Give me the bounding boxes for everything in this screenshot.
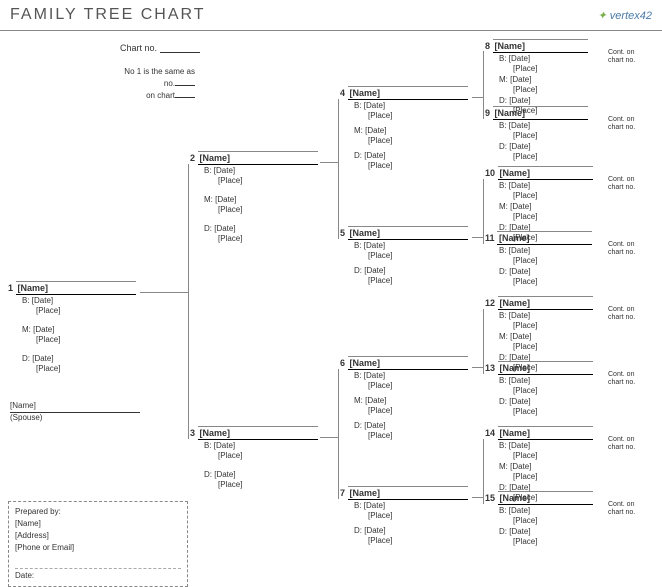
person-1-fields: B: [Date] [Place] M: [Date] [Place] D: […	[8, 296, 148, 374]
person-8-name[interactable]: [Name]	[493, 39, 588, 53]
instr-chart-field[interactable]	[175, 97, 195, 98]
person-9-num: 9	[485, 108, 490, 118]
cont-13[interactable]: Cont. on chart no.	[608, 371, 648, 386]
page-title: FAMILY TREE CHART	[10, 6, 206, 24]
header: FAMILY TREE CHART vertex42	[0, 0, 662, 31]
person-2: 2 [Name] B: [Date] [Place] M: [Date] [Pl…	[190, 151, 330, 244]
spouse-label: (Spouse)	[10, 413, 140, 422]
person-10-name[interactable]: [Name]	[498, 166, 593, 180]
person-12-name[interactable]: [Name]	[498, 296, 593, 310]
person-15-name[interactable]: [Name]	[498, 491, 593, 505]
prepared-by-box: Prepared by: [Name] [Address] [Phone or …	[8, 501, 188, 587]
conn-7-to-1415	[472, 497, 483, 498]
person-12-num: 12	[485, 298, 495, 308]
person-5-name[interactable]: [Name]	[348, 226, 468, 240]
person-2-fields: B: [Date] [Place] M: [Date] [Place] D: […	[190, 166, 330, 244]
person-11: 11 [Name] B: [Date] [Place] D: [Date] [P…	[485, 231, 605, 288]
cont-10[interactable]: Cont. on chart no.	[608, 176, 648, 191]
person-1-name[interactable]: [Name]	[16, 281, 136, 295]
person-3-fields: B: [Date] [Place] D: [Date] [Place]	[190, 441, 330, 491]
cont-11[interactable]: Cont. on chart no.	[608, 241, 648, 256]
conn-2-to-45	[320, 162, 338, 163]
person-3-num: 3	[190, 428, 195, 438]
person-13-name[interactable]: [Name]	[498, 361, 593, 375]
prep-phone[interactable]: [Phone or Email]	[15, 542, 181, 554]
person-4-name[interactable]: [Name]	[348, 86, 468, 100]
person-4-fields: B: [Date] [Place] M: [Date] [Place] D: […	[340, 101, 480, 171]
conn-gen3-top	[338, 99, 339, 239]
instr-line1: No 1 is the same as	[110, 66, 195, 78]
conn-1-to-23	[140, 292, 188, 293]
cont-14[interactable]: Cont. on chart no.	[608, 436, 648, 451]
person-4-num: 4	[340, 88, 345, 98]
instr-line3: on chart	[146, 91, 175, 100]
person-5-fields: B: [Date] [Place] D: [Date] [Place]	[340, 241, 480, 287]
prep-label: Prepared by:	[15, 506, 181, 518]
person-8: 8 [Name] B: [Date] [Place] M: [Date] [Pl…	[485, 39, 605, 116]
person-2-num: 2	[190, 153, 195, 163]
person-7: 7 [Name] B: [Date] [Place] D: [Date] [Pl…	[340, 486, 480, 547]
person-7-fields: B: [Date] [Place] D: [Date] [Place]	[340, 501, 480, 547]
instructions: No 1 is the same as no. on chart	[110, 66, 195, 102]
person-7-name[interactable]: [Name]	[348, 486, 468, 500]
person-1-num: 1	[8, 283, 13, 293]
person-4: 4 [Name] B: [Date] [Place] M: [Date] [Pl…	[340, 86, 480, 171]
conn-5-to-1011	[472, 237, 483, 238]
person-1: 1 [Name] B: [Date] [Place] M: [Date] [Pl…	[8, 281, 148, 374]
chart-area: Chart no. No 1 is the same as no. on cha…	[0, 31, 662, 551]
person-9-fields: B: [Date] [Place] D: [Date] [Place]	[485, 121, 605, 163]
person-13-fields: B: [Date] [Place] D: [Date] [Place]	[485, 376, 605, 418]
prep-name[interactable]: [Name]	[15, 518, 181, 530]
person-6-name[interactable]: [Name]	[348, 356, 468, 370]
conn-4-to-89	[472, 97, 483, 98]
spouse-name[interactable]: [Name]	[10, 401, 140, 413]
conn-3-to-67	[320, 437, 338, 438]
person-6-num: 6	[340, 358, 345, 368]
person-14-name[interactable]: [Name]	[498, 426, 593, 440]
conn-gen4-a	[483, 51, 484, 119]
instr-line2: no.	[164, 79, 175, 88]
person-13: 13 [Name] B: [Date] [Place] D: [Date] [P…	[485, 361, 605, 418]
person-13-num: 13	[485, 363, 495, 373]
person-5-num: 5	[340, 228, 345, 238]
person-8-num: 8	[485, 41, 490, 51]
person-15: 15 [Name] B: [Date] [Place] D: [Date] [P…	[485, 491, 605, 548]
chart-no-label: Chart no.	[120, 43, 157, 53]
instr-no-field[interactable]	[175, 85, 195, 86]
cont-12[interactable]: Cont. on chart no.	[608, 306, 648, 321]
conn-gen3-bot	[338, 369, 339, 499]
person-11-name[interactable]: [Name]	[497, 231, 592, 245]
cont-15[interactable]: Cont. on chart no.	[608, 501, 648, 516]
person-3-name[interactable]: [Name]	[198, 426, 318, 440]
person-9-name[interactable]: [Name]	[493, 106, 588, 120]
cont-8[interactable]: Cont. on chart no.	[608, 49, 648, 64]
person-15-fields: B: [Date] [Place] D: [Date] [Place]	[485, 506, 605, 548]
person-6: 6 [Name] B: [Date] [Place] M: [Date] [Pl…	[340, 356, 480, 441]
conn-gen4-c	[483, 309, 484, 374]
person-11-fields: B: [Date] [Place] D: [Date] [Place]	[485, 246, 605, 288]
person-9: 9 [Name] B: [Date] [Place] D: [Date] [Pl…	[485, 106, 605, 163]
person-6-fields: B: [Date] [Place] M: [Date] [Place] D: […	[340, 371, 480, 441]
prep-addr[interactable]: [Address]	[15, 530, 181, 542]
person-5: 5 [Name] B: [Date] [Place] D: [Date] [Pl…	[340, 226, 480, 287]
person-15-num: 15	[485, 493, 495, 503]
person-3: 3 [Name] B: [Date] [Place] D: [Date] [Pl…	[190, 426, 330, 491]
person-14-num: 14	[485, 428, 495, 438]
prep-date[interactable]: Date:	[15, 568, 181, 582]
person-10-num: 10	[485, 168, 495, 178]
conn-gen4-b	[483, 179, 484, 244]
logo: vertex42	[598, 9, 652, 22]
cont-9[interactable]: Cont. on chart no.	[608, 116, 648, 131]
spouse-box: [Name] (Spouse)	[10, 401, 140, 422]
conn-6-to-1213	[472, 367, 483, 368]
chart-number: Chart no.	[120, 43, 200, 53]
chart-no-field[interactable]	[160, 52, 200, 53]
person-7-num: 7	[340, 488, 345, 498]
person-2-name[interactable]: [Name]	[198, 151, 318, 165]
conn-gen2	[188, 164, 189, 439]
conn-gen4-d	[483, 439, 484, 504]
person-11-num: 11	[485, 233, 495, 243]
